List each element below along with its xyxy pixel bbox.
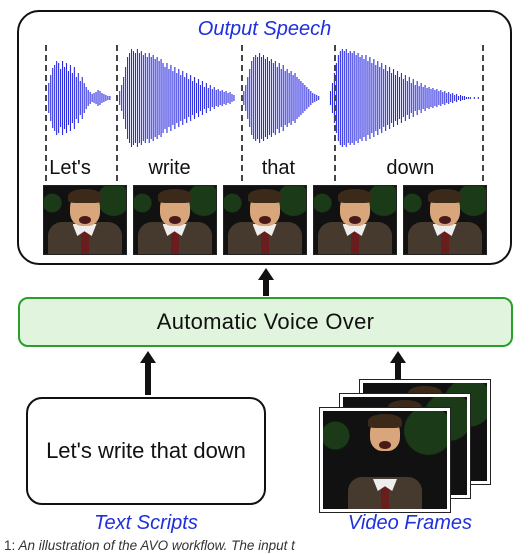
video-frames-label: Video Frames: [310, 512, 510, 535]
avo-label: Automatic Voice Over: [157, 309, 375, 335]
output-frame-thumbnail: [223, 185, 307, 255]
caption-fignum: 1:: [4, 538, 15, 553]
arrow-up-icon: [256, 266, 276, 296]
aligned-frames-row: [33, 185, 496, 255]
output-frame-thumbnail: [43, 185, 127, 255]
alignment-divider: [241, 45, 243, 181]
output-frame-thumbnail: [313, 185, 397, 255]
caption-text: An illustration of the AVO workflow. The…: [19, 538, 295, 553]
alignment-divider: [45, 45, 47, 181]
alignment-divider: [116, 45, 118, 181]
waveform-plot: [33, 43, 496, 153]
output-speech-panel: Output Speech: [17, 10, 512, 265]
aligned-word: that: [232, 157, 325, 180]
text-script-content: Let's write that down: [46, 437, 246, 465]
waveform-row: [33, 43, 496, 153]
avo-module-box: Automatic Voice Over: [18, 297, 513, 347]
text-script-box: Let's write that down: [26, 397, 266, 505]
video-frames-stack: [320, 380, 510, 510]
text-scripts-label: Text Scripts: [26, 512, 266, 535]
video-frame-thumbnail: [320, 408, 450, 512]
arrow-up-icon: [138, 349, 158, 395]
output-frame-thumbnail: [403, 185, 487, 255]
alignment-divider: [334, 45, 336, 181]
output-frame-thumbnail: [133, 185, 217, 255]
output-speech-title: Output Speech: [33, 18, 496, 41]
alignment-divider: [482, 45, 484, 181]
arrow-up-icon: [388, 349, 408, 379]
aligned-words-row: Let'swritethatdown: [33, 153, 496, 183]
figure-canvas: Output Speech: [0, 0, 530, 554]
figure-caption: 1: An illustration of the AVO workflow. …: [0, 538, 530, 553]
aligned-word: write: [107, 157, 232, 180]
aligned-word: down: [325, 157, 496, 180]
